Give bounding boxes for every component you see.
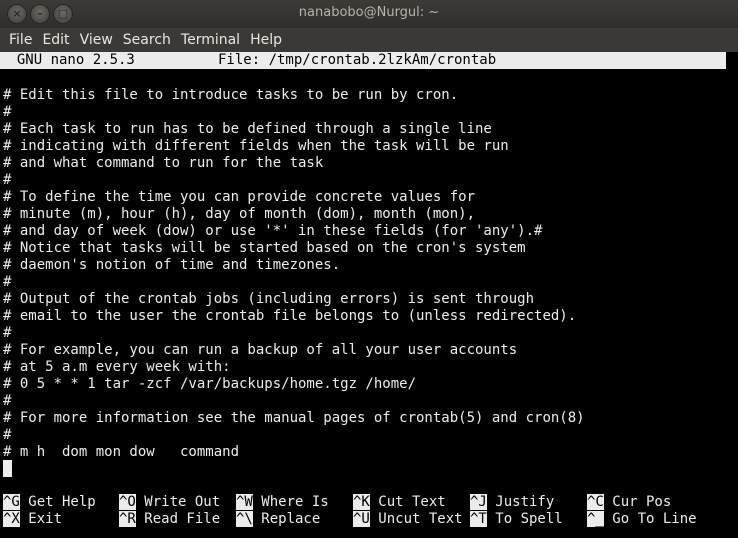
menu-terminal[interactable]: Terminal	[176, 32, 245, 48]
terminal-window: × – □ nanabobo@Nurgul: ~ File Edit View …	[0, 0, 738, 538]
shortcut-label: To Spell	[486, 511, 563, 527]
text-line: #	[3, 104, 12, 120]
shortcut-label: Where Is	[252, 494, 329, 510]
text-line: # indicating with different fields when …	[3, 138, 509, 154]
shortcut-where-is[interactable]: ^W Where Is	[236, 494, 329, 511]
scrollbar[interactable]	[726, 52, 738, 538]
shortcut-row: ^G Get Help ^O Write Out ^W Where Is ^K …	[3, 494, 723, 511]
shortcut-key: ^\	[236, 511, 253, 527]
shortcut-label: Cut Text	[369, 494, 446, 510]
shortcut-key: ^X	[3, 511, 20, 527]
text-line: #	[3, 427, 12, 443]
text-line: # at 5 a.m every week with:	[3, 359, 231, 375]
shortcut-cur-pos[interactable]: ^C Cur Pos	[587, 494, 671, 511]
shortcut-cut-text[interactable]: ^K Cut Text	[353, 494, 446, 511]
text-line: # minute (m), hour (h), day of month (do…	[3, 206, 476, 222]
shortcut-key: ^K	[353, 494, 370, 510]
shortcut-label: Exit	[19, 511, 63, 527]
shortcut-bar: ^G Get Help ^O Write Out ^W Where Is ^K …	[3, 494, 723, 528]
text-line: #	[3, 172, 12, 188]
shortcut-to-spell[interactable]: ^T To Spell	[470, 511, 563, 528]
text-line: # m h dom mon dow command	[3, 444, 240, 460]
menu-edit[interactable]: Edit	[37, 32, 74, 48]
text-line: # Notice that tasks will be started base…	[3, 240, 526, 256]
text-line: # email to the user the crontab file bel…	[3, 308, 577, 324]
text-line: #	[3, 274, 12, 290]
shortcut-go-to-line[interactable]: ^_ Go To Line	[587, 511, 697, 528]
shortcut-exit[interactable]: ^X Exit	[3, 511, 62, 528]
shortcut-key: ^T	[470, 511, 487, 527]
shortcut-justify[interactable]: ^J Justify	[470, 494, 554, 511]
shortcut-label: Go To Line	[603, 511, 697, 527]
text-line: # Each task to run has to be defined thr…	[3, 121, 492, 137]
shortcut-key: ^G	[3, 494, 20, 510]
shortcut-label: Write Out	[135, 494, 221, 510]
window-title: nanabobo@Nurgul: ~	[298, 5, 440, 20]
menu-search[interactable]: Search	[118, 32, 176, 48]
text-line: #	[3, 393, 12, 409]
shortcut-key: ^W	[236, 494, 253, 510]
text-line: #	[3, 325, 12, 341]
shortcut-uncut-text[interactable]: ^U Uncut Text	[353, 511, 463, 528]
shortcut-replace[interactable]: ^\ Replace	[236, 511, 320, 528]
text-line: # To define the time you can provide con…	[3, 189, 476, 205]
text-line: # Edit this file to introduce tasks to b…	[3, 87, 459, 103]
shortcut-label: Uncut Text	[369, 511, 463, 527]
text-line: # daemon's notion of time and timezones.	[3, 257, 341, 273]
shortcut-label: Replace	[252, 511, 321, 527]
shortcut-label: Cur Pos	[603, 494, 672, 510]
shortcut-read-file[interactable]: ^R Read File	[119, 511, 220, 528]
menu-file[interactable]: File	[4, 32, 37, 48]
shortcut-key: ^U	[353, 511, 370, 527]
terminal-area[interactable]: GNU nano 2.5.3 File: /tmp/crontab.2lzkAm…	[0, 52, 738, 538]
nano-header: GNU nano 2.5.3 File: /tmp/crontab.2lzkAm…	[0, 52, 726, 69]
text-line: # and what command to run for the task	[3, 155, 324, 171]
shortcut-key: ^R	[119, 511, 136, 527]
text-line: # and day of week (dow) or use '*' in th…	[3, 223, 543, 239]
text-line: # For example, you can run a backup of a…	[3, 342, 518, 358]
shortcut-key: ^O	[119, 494, 136, 510]
menu-bar: File Edit View Search Terminal Help	[0, 28, 738, 52]
menu-view[interactable]: View	[75, 32, 118, 48]
file-content[interactable]: # Edit this file to introduce tasks to b…	[3, 87, 585, 461]
title-bar: × – □ nanabobo@Nurgul: ~	[0, 0, 738, 29]
menu-help[interactable]: Help	[245, 32, 287, 48]
text-cursor	[3, 460, 12, 477]
shortcut-key: ^J	[470, 494, 487, 510]
shortcut-label: Justify	[486, 494, 555, 510]
shortcut-get-help[interactable]: ^G Get Help	[3, 494, 96, 511]
nano-filename: File: /tmp/crontab.2lzkAm/crontab	[218, 52, 497, 68]
shortcut-write-out[interactable]: ^O Write Out	[119, 494, 220, 511]
shortcut-label: Get Help	[19, 494, 96, 510]
text-line: # Output of the crontab jobs (including …	[3, 291, 535, 307]
nano-version: GNU nano 2.5.3	[0, 52, 135, 68]
shortcut-key: ^_	[587, 511, 604, 527]
text-line: # 0 5 * * 1 tar -zcf /var/backups/home.t…	[3, 376, 417, 392]
shortcut-label: Read File	[135, 511, 221, 527]
text-line: # For more information see the manual pa…	[3, 410, 585, 426]
shortcut-key: ^C	[587, 494, 604, 510]
shortcut-row: ^X Exit ^R Read File ^\ Replace ^U Uncut…	[3, 511, 723, 528]
